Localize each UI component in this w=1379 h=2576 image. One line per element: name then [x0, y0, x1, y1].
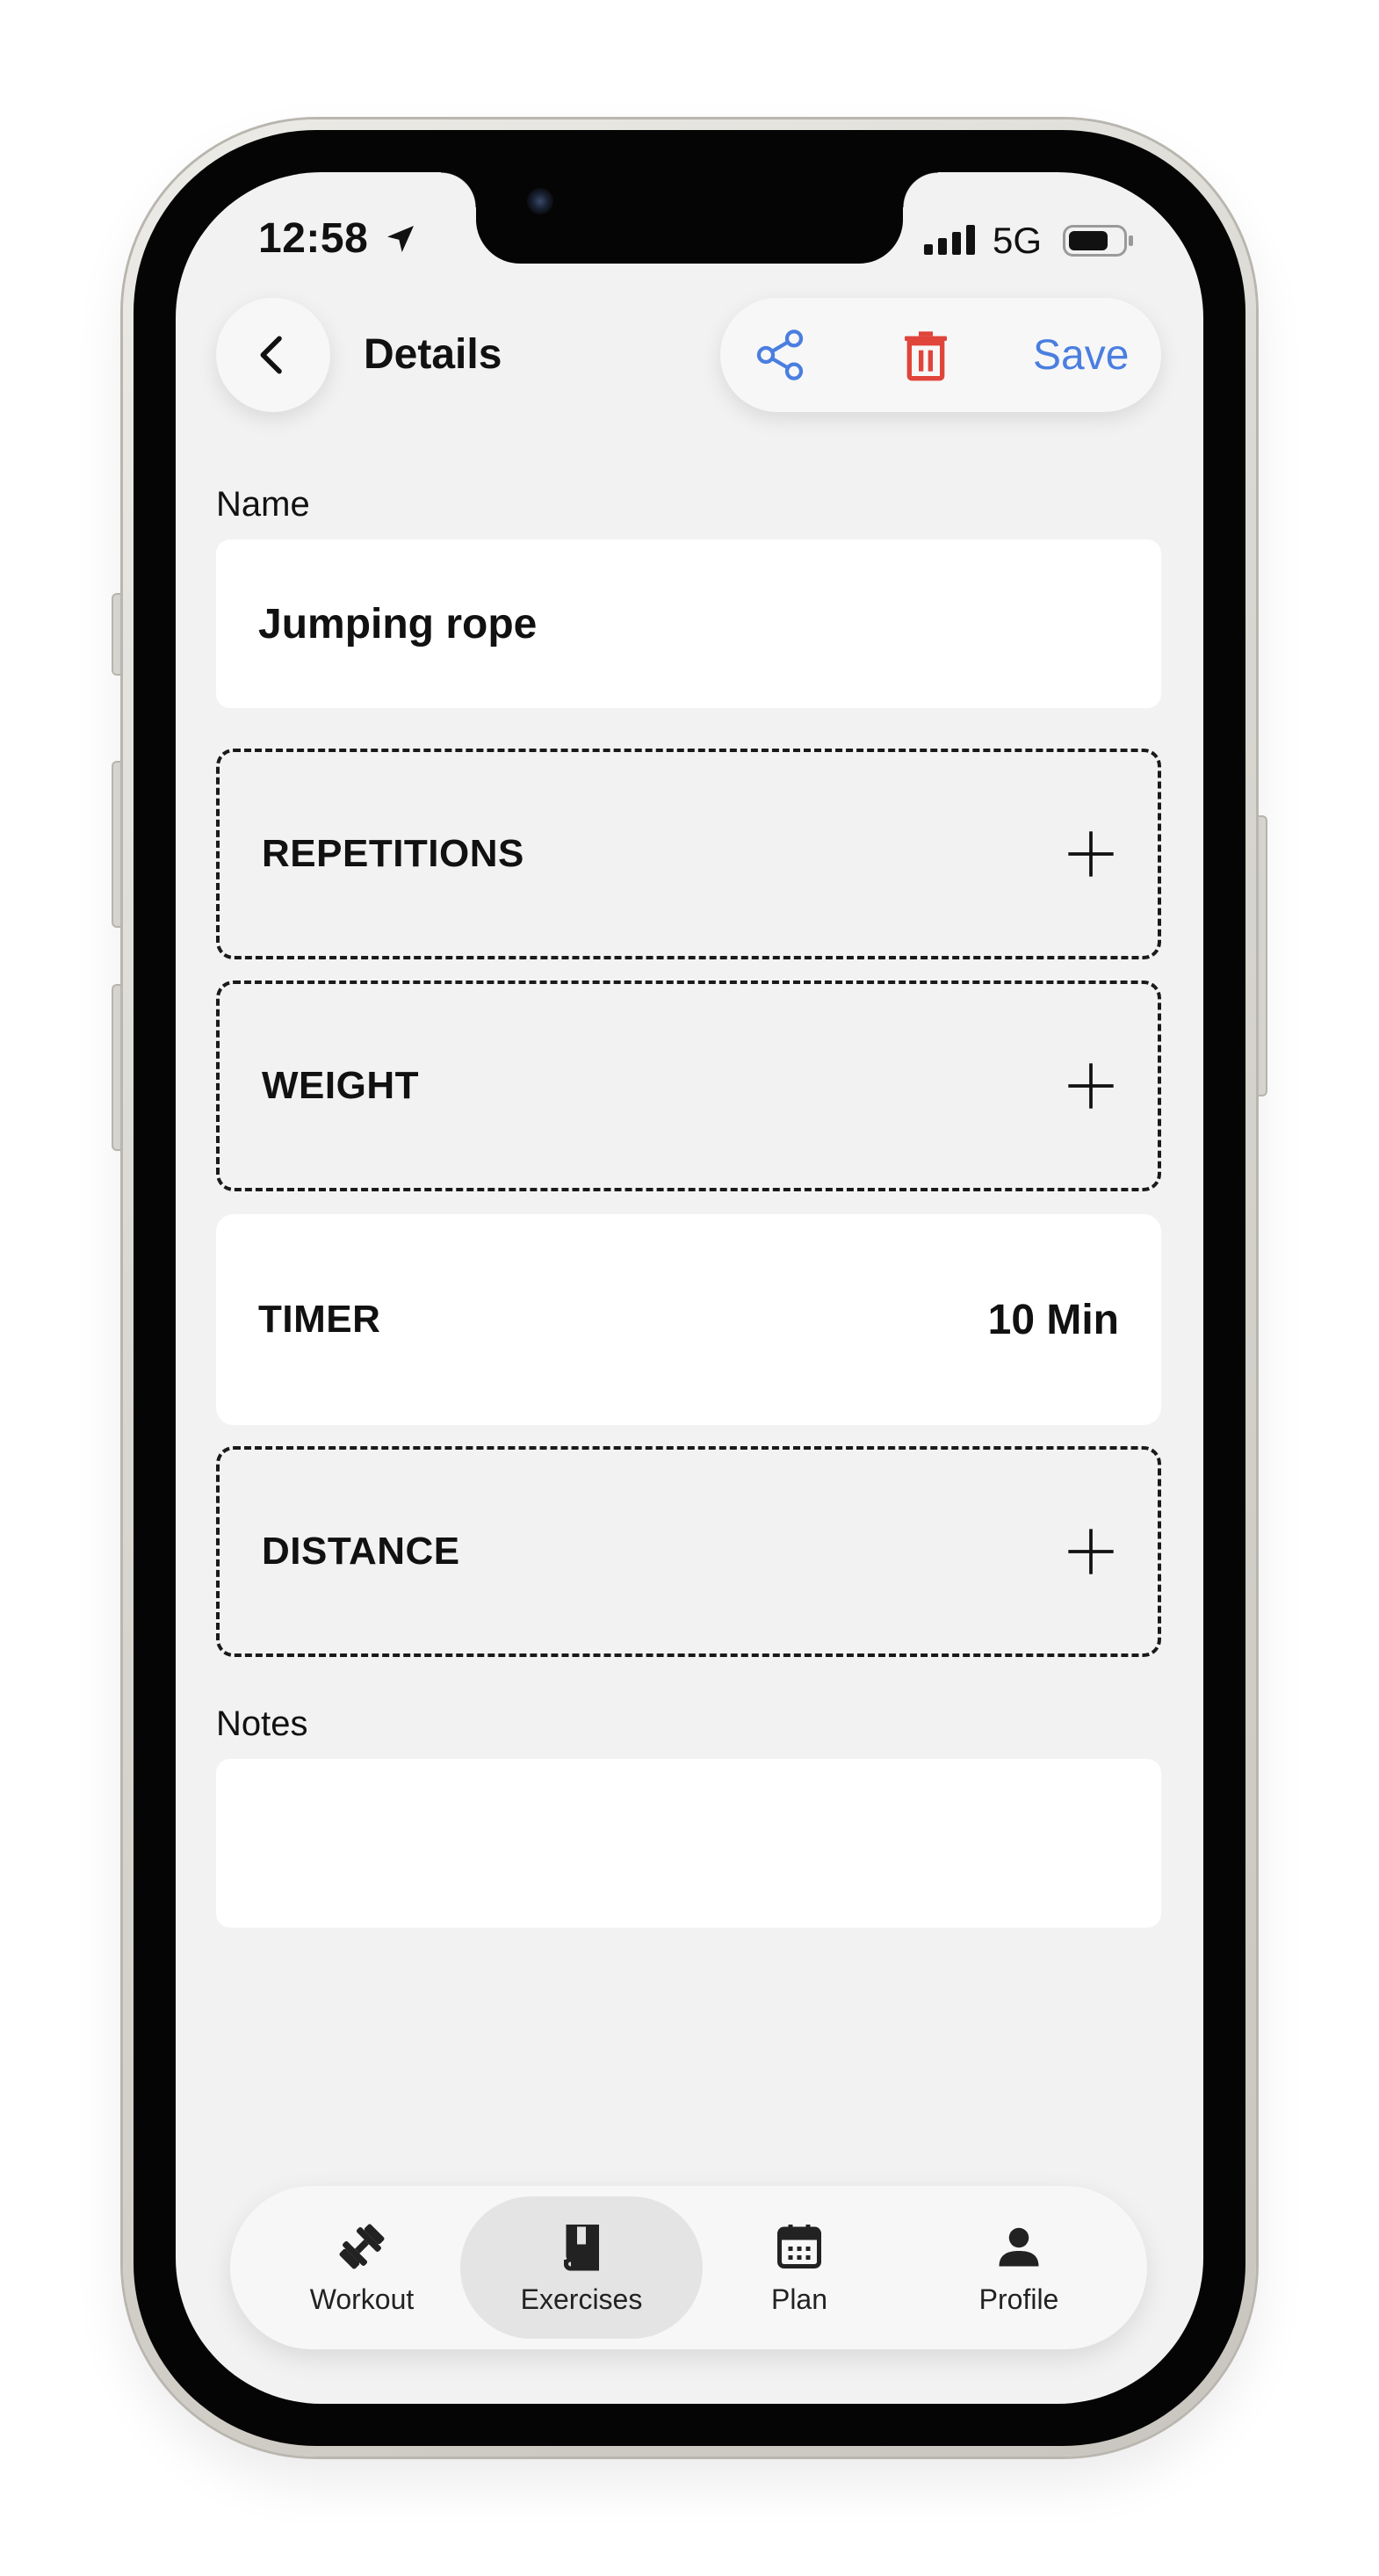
- book-icon: [564, 2224, 599, 2270]
- page-title: Details: [364, 331, 502, 378]
- repetitions-card[interactable]: REPETITIONS: [216, 749, 1161, 959]
- notes-field[interactable]: [216, 1759, 1161, 1928]
- tab-label: Workout: [309, 2283, 415, 2315]
- phone-screen: 12:58 5G Details Save Name Jumping rope …: [176, 172, 1203, 2404]
- dumbbell-icon: [339, 2224, 385, 2268]
- tab-label: Profile: [978, 2283, 1059, 2315]
- save-button[interactable]: Save: [1033, 329, 1129, 382]
- timer-card[interactable]: TIMER 10 Min: [216, 1214, 1161, 1425]
- distance-card[interactable]: DISTANCE: [216, 1446, 1161, 1657]
- distance-label: DISTANCE: [262, 1530, 460, 1573]
- notes-label: Notes: [216, 1704, 308, 1743]
- timer-value: 10 Min: [987, 1296, 1119, 1343]
- weight-card[interactable]: WEIGHT: [216, 980, 1161, 1191]
- location-arrow-icon: [387, 226, 414, 252]
- tab-plan[interactable]: Plan: [678, 2196, 921, 2339]
- tab-label: Exercises: [520, 2283, 643, 2315]
- network-type: 5G: [993, 220, 1043, 261]
- person-icon: [999, 2227, 1039, 2266]
- weight-label: WEIGHT: [262, 1064, 419, 1107]
- repetitions-label: REPETITIONS: [262, 832, 524, 875]
- plus-icon[interactable]: [1066, 1527, 1115, 1576]
- cellular-signal-icon: [924, 225, 975, 255]
- tab-workout[interactable]: Workout: [241, 2196, 483, 2339]
- calendar-icon: [777, 2224, 821, 2268]
- front-camera: [527, 188, 553, 214]
- back-button[interactable]: [216, 298, 330, 412]
- tab-profile[interactable]: Profile: [898, 2196, 1140, 2339]
- chevron-left-icon: [260, 336, 282, 374]
- battery-icon: [1063, 225, 1133, 257]
- name-label: Name: [216, 485, 310, 524]
- notch: [441, 172, 938, 264]
- timer-label: TIMER: [258, 1298, 381, 1341]
- tab-bar: Workout Exercises Plan Profile: [230, 2186, 1147, 2349]
- trash-icon[interactable]: [898, 327, 954, 383]
- name-field[interactable]: Jumping rope: [216, 539, 1161, 708]
- status-time: 12:58: [258, 215, 369, 262]
- share-icon[interactable]: [752, 327, 808, 383]
- plus-icon[interactable]: [1066, 829, 1115, 879]
- tab-label: Plan: [770, 2283, 828, 2315]
- header-actions: Save: [720, 298, 1161, 412]
- plus-icon[interactable]: [1066, 1061, 1115, 1111]
- tab-exercises[interactable]: Exercises: [460, 2196, 703, 2339]
